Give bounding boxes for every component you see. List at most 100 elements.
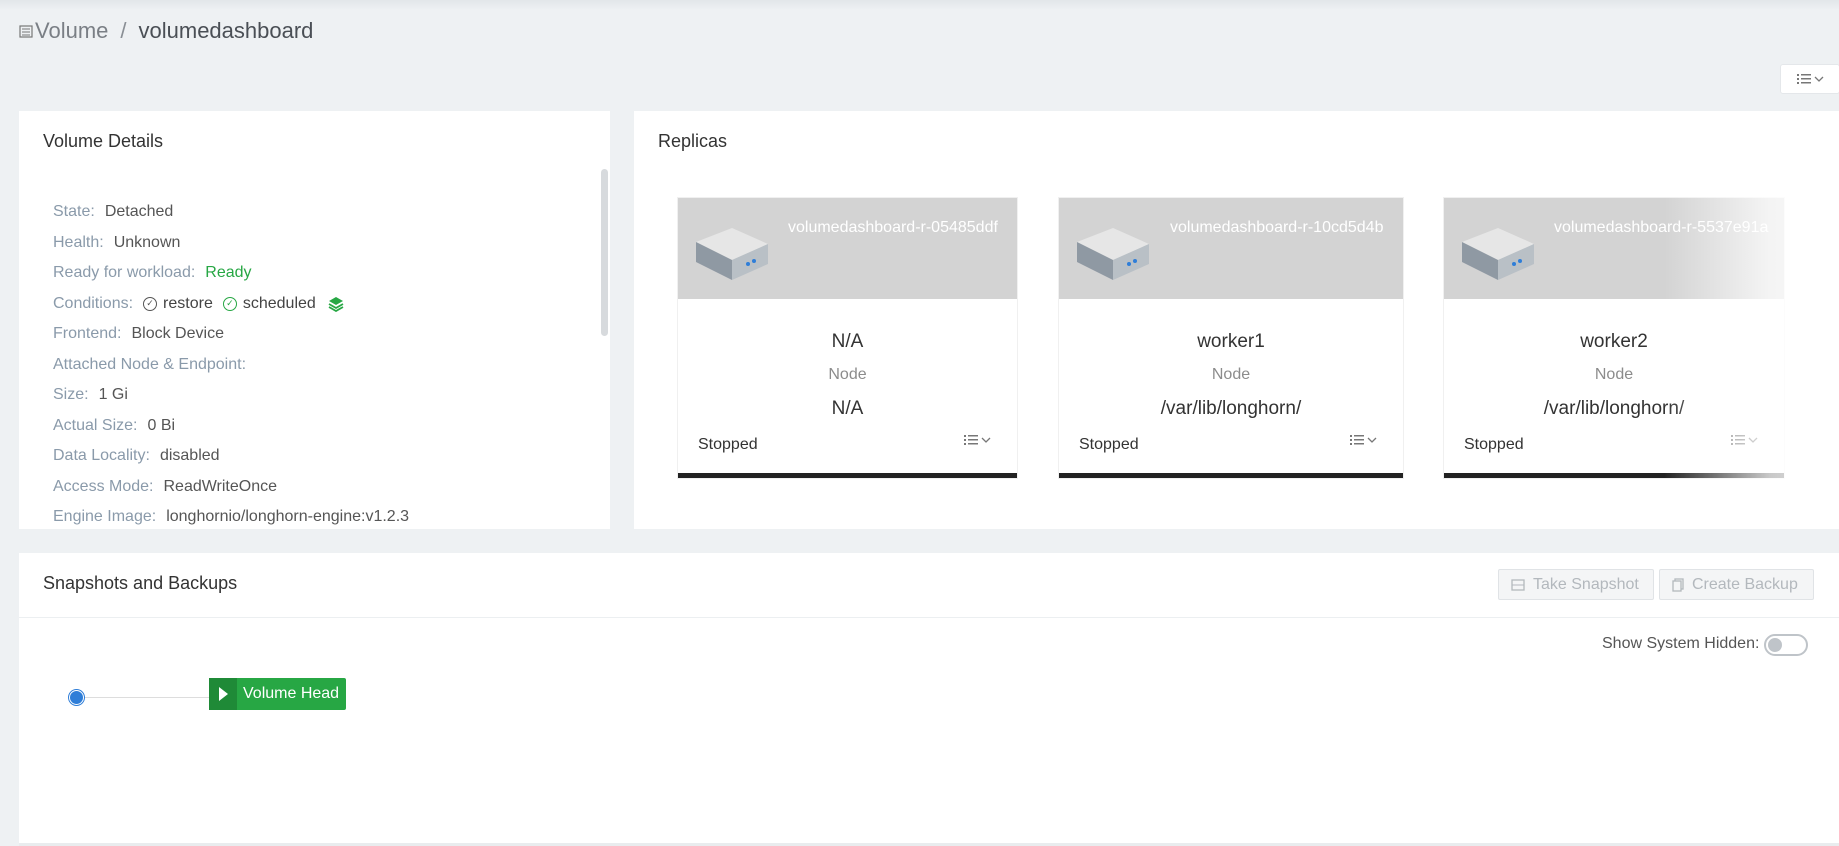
breadcrumb: Volume / volumedashboard	[19, 18, 313, 44]
replica-node-label: Node	[1211, 366, 1251, 383]
take-snapshot-button[interactable]: Take Snapshot	[1498, 569, 1654, 600]
button-label: Create Backup	[1692, 575, 1798, 593]
chevron-down-icon	[981, 437, 991, 443]
panel-title: Snapshots and Backups	[43, 573, 238, 593]
breadcrumb-volume-link[interactable]: Volume	[35, 18, 108, 44]
replica-name: volumedashboard-r-05485ddf	[788, 219, 998, 236]
detail-value: longhornio/longhorn-engine:v1.2.3	[166, 508, 410, 526]
replica-card[interactable]: volumedashboard-r-5537e91a worker2 Node …	[1444, 198, 1784, 478]
replica-header: volumedashboard-r-10cd5d4b	[1059, 198, 1403, 299]
detail-key: Data Locality:	[53, 447, 150, 465]
check-circle-icon: ✓	[143, 296, 158, 311]
replica-menu-button[interactable]	[964, 434, 991, 446]
replica-node: N/A	[831, 331, 864, 352]
replica-name: volumedashboard-r-10cd5d4b	[1170, 219, 1384, 236]
disk-icon	[1077, 228, 1149, 280]
detail-key: Conditions:	[53, 294, 134, 312]
replica-node-label: Node	[828, 366, 867, 383]
detail-value: 0 Bi	[147, 416, 176, 434]
condition-scheduled: ✓ scheduled	[222, 294, 316, 313]
detail-key: Access Mode:	[53, 477, 154, 495]
replica-card[interactable]: volumedashboard-r-10cd5d4b worker1 Node …	[1059, 198, 1403, 478]
detail-key: Health:	[53, 233, 104, 251]
condition-label: restore	[163, 294, 213, 312]
replica-menu-button[interactable]	[1731, 434, 1758, 446]
replica-status: Stopped	[1079, 436, 1139, 453]
snapshot-root-node[interactable]	[69, 690, 84, 705]
list-icon	[19, 25, 33, 38]
snapshots-panel: Snapshots and Backups Take Snapshot Crea…	[19, 553, 1839, 843]
divider	[19, 617, 1839, 618]
copy-icon	[1672, 577, 1684, 592]
chevron-down-icon	[1367, 437, 1377, 443]
list-icon	[1350, 435, 1364, 445]
scrollbar[interactable]	[601, 169, 608, 336]
detail-value: Unknown	[113, 233, 181, 251]
detail-list: State: Detached Health: Unknown Ready fo…	[53, 197, 409, 529]
condition-restore: ✓ restore	[143, 295, 213, 313]
replica-path: N/A	[831, 398, 864, 419]
replica-node: worker2	[1580, 331, 1648, 352]
detail-data-locality: Data Locality: disabled	[53, 441, 409, 472]
button-label: Take Snapshot	[1533, 575, 1639, 593]
detail-key: Ready for workload:	[53, 264, 196, 282]
layers-icon[interactable]	[328, 296, 344, 312]
replica-node-label: Node	[1594, 366, 1634, 383]
replica-path: /var/lib/longhorn/	[1543, 398, 1685, 419]
detail-value: Block Device	[131, 325, 224, 343]
disk-icon	[696, 228, 768, 280]
chevron-down-icon	[1814, 76, 1823, 82]
detail-value: ReadWriteOnce	[163, 477, 278, 495]
replicas-panel: Replicas volumedashboard-r-05485ddf N/A …	[634, 111, 1839, 529]
view-options-button[interactable]	[1780, 64, 1839, 94]
replica-status: Stopped	[698, 436, 758, 453]
detail-access-mode: Access Mode: ReadWriteOnce	[53, 472, 409, 503]
detail-engine-image: Engine Image: longhornio/longhorn-engine…	[53, 502, 409, 529]
volume-details-panel: Volume Details State: Detached Health: U…	[19, 111, 610, 529]
list-icon	[1731, 435, 1745, 445]
detail-value: disabled	[159, 447, 220, 465]
replica-card[interactable]: volumedashboard-r-05485ddf N/A Node N/A …	[678, 198, 1017, 478]
snapshot-tree-line	[76, 697, 228, 698]
volume-head-label: Volume Head	[243, 685, 340, 702]
list-icon	[1796, 74, 1811, 84]
detail-key: Size:	[53, 386, 89, 404]
replica-header: volumedashboard-r-5537e91a	[1444, 198, 1784, 299]
detail-value: 1 Gi	[98, 386, 128, 404]
list-icon	[964, 435, 978, 445]
detail-health: Health: Unknown	[53, 228, 409, 259]
replica-name: volumedashboard-r-5537e91a	[1554, 219, 1769, 236]
breadcrumb-separator: /	[120, 18, 127, 43]
replica-header: volumedashboard-r-05485ddf	[678, 198, 1017, 299]
show-system-hidden-toggle[interactable]	[1764, 634, 1808, 656]
panel-title: Replicas	[658, 131, 728, 151]
detail-size: Size: 1 Gi	[53, 380, 409, 411]
chevron-down-icon	[1748, 437, 1758, 443]
detail-state: State: Detached	[53, 197, 409, 228]
detail-key: Engine Image:	[53, 508, 157, 526]
detail-ready: Ready for workload: Ready	[53, 258, 409, 289]
detail-key: Actual Size:	[53, 416, 138, 434]
replica-node: worker1	[1197, 331, 1265, 352]
breadcrumb-current: volumedashboard	[138, 18, 314, 43]
replica-status: Stopped	[1464, 436, 1524, 453]
replica-path: /var/lib/longhorn/	[1160, 398, 1302, 419]
detail-key: Attached Node & Endpoint:	[53, 355, 247, 373]
topbar	[0, 0, 1839, 10]
check-circle-icon: ✓	[222, 296, 237, 311]
detail-key: Frontend:	[53, 325, 122, 343]
toggle-knob	[1768, 638, 1782, 652]
detail-attached: Attached Node & Endpoint:	[53, 350, 409, 381]
detail-frontend: Frontend: Block Device	[53, 319, 409, 350]
replica-menu-button[interactable]	[1350, 434, 1377, 446]
condition-label: scheduled	[242, 294, 316, 312]
disk-icon	[1462, 228, 1534, 280]
play-icon	[209, 678, 237, 710]
detail-key: State:	[53, 203, 95, 221]
detail-actual-size: Actual Size: 0 Bi	[53, 411, 409, 442]
volume-head-node[interactable]: Volume Head	[209, 678, 346, 710]
create-backup-button[interactable]: Create Backup	[1659, 569, 1814, 600]
detail-value: Detached	[104, 203, 174, 221]
panel-title: Volume Details	[43, 131, 164, 151]
ready-status: Ready	[205, 264, 252, 282]
